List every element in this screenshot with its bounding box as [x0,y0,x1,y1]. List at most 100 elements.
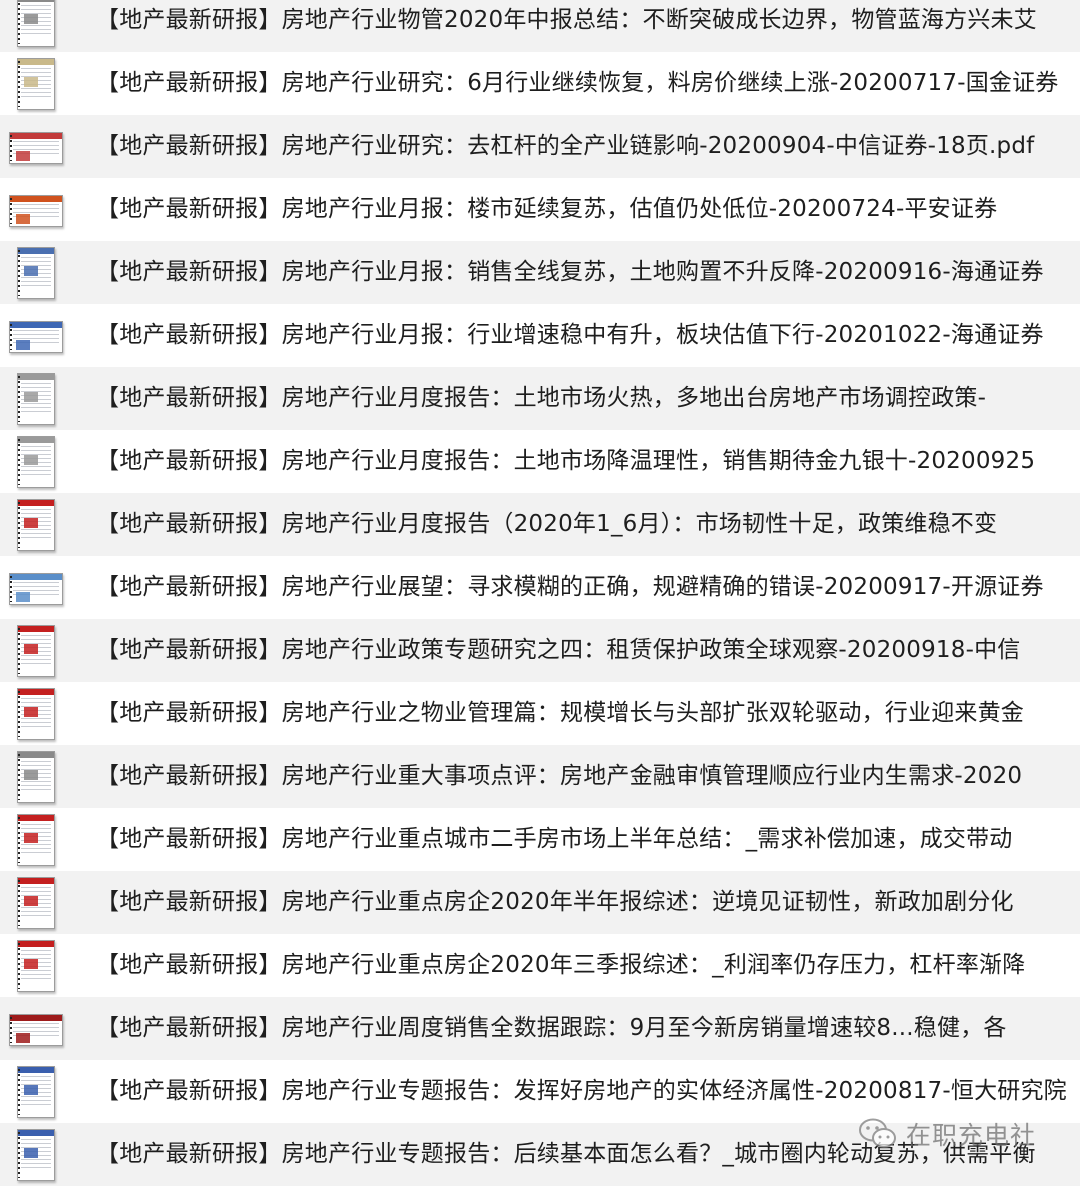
file-row[interactable]: 【地产最新研报】房地产行业研究：去杠杆的全产业链影响-20200904-中信证券… [0,115,1080,178]
file-name[interactable]: 【地产最新研报】房地产行业重点房企2020年半年报综述：逆境见证韧性，新政加剧分… [70,871,1014,934]
pdf-document-icon [17,1066,55,1118]
file-name[interactable]: 【地产最新研报】房地产行业研究：6月行业继续恢复，料房价继续上涨-2020071… [70,52,1059,115]
thumbnail-graphic [16,151,30,161]
file-name[interactable]: 【地产最新研报】房地产行业月度报告：土地市场降温理性，销售期待金九银十-2020… [70,430,1035,493]
pdf-document-icon [17,877,55,929]
thumbnail-graphic [16,592,30,602]
file-thumbnail[interactable] [0,808,70,871]
file-thumbnail[interactable] [0,241,70,304]
thumbnail-header-bar [10,322,62,328]
file-thumbnail[interactable] [0,115,70,178]
file-row[interactable]: 【地产最新研报】房地产行业研究：6月行业继续恢复，料房价继续上涨-2020071… [0,52,1080,115]
file-name[interactable]: 【地产最新研报】房地产行业重点房企2020年三季报综述：_利润率仍存压力，杠杆率… [70,934,1025,997]
file-name[interactable]: 【地产最新研报】房地产行业专题报告：后续基本面怎么看？_城市圈内轮动复苏，供需平… [70,1123,1036,1186]
file-thumbnail[interactable] [0,997,70,1060]
pdf-document-icon [17,373,55,425]
thumbnail-binding [18,691,20,737]
thumbnail-header-bar [18,374,54,380]
thumbnail-binding [10,135,12,161]
file-name[interactable]: 【地产最新研报】房地产行业重点城市二手房市场上半年总结：_需求补偿加速，成交带动 [70,808,1013,871]
thumbnail-header-bar [18,878,54,884]
file-row[interactable]: 【地产最新研报】房地产行业重点房企2020年半年报综述：逆境见证韧性，新政加剧分… [0,871,1080,934]
file-thumbnail[interactable] [0,934,70,997]
pdf-document-icon [17,0,55,47]
file-name[interactable]: 【地产最新研报】房地产行业之物业管理篇：规模增长与头部扩张双轮驱动，行业迎来黄金 [70,682,1024,745]
file-name[interactable]: 【地产最新研报】房地产行业专题报告：发挥好房地产的实体经济属性-20200817… [70,1060,1067,1123]
file-row[interactable]: 【地产最新研报】房地产行业展望：寻求模糊的正确，规避精确的错误-20200917… [0,556,1080,619]
thumbnail-header-bar [18,1130,54,1136]
thumbnail-binding [10,198,12,224]
file-name[interactable]: 【地产最新研报】房地产行业月度报告（2020年1_6月）：市场韧性十足，政策维稳… [70,493,997,556]
file-name[interactable]: 【地产最新研报】房地产行业月报：行业增速稳中有升，板块估值下行-20201022… [70,304,1044,367]
file-row[interactable]: 【地产最新研报】房地产行业专题报告：后续基本面怎么看？_城市圈内轮动复苏，供需平… [0,1123,1080,1186]
file-thumbnail[interactable] [0,745,70,808]
thumbnail-binding [18,1069,20,1115]
file-row[interactable]: 【地产最新研报】房地产行业重点房企2020年三季报综述：_利润率仍存压力，杠杆率… [0,934,1080,997]
file-name[interactable]: 【地产最新研报】房地产行业月度报告：土地市场火热，多地出台房地产市场调控政策- [70,367,986,430]
thumbnail-graphic [16,1033,30,1043]
file-thumbnail[interactable] [0,871,70,934]
file-thumbnail[interactable] [0,682,70,745]
thumbnail-binding [18,0,20,44]
thumbnail-header-bar [10,133,62,139]
file-name[interactable]: 【地产最新研报】房地产行业展望：寻求模糊的正确，规避精确的错误-20200917… [70,556,1044,619]
file-thumbnail[interactable] [0,52,70,115]
thumbnail-binding [18,61,20,107]
pdf-document-icon [9,573,63,605]
file-thumbnail[interactable] [0,493,70,556]
file-row[interactable]: 【地产最新研报】房地产行业重大事项点评：房地产金融审慎管理顺应行业内生需求-20… [0,745,1080,808]
thumbnail-graphic [24,455,38,465]
thumbnail-header-bar [18,0,54,2]
file-row[interactable]: 【地产最新研报】房地产行业物管2020年中报总结：不断突破成长边界，物管蓝海方兴… [0,0,1080,52]
file-name[interactable]: 【地产最新研报】房地产行业周度销售全数据跟踪：9月至今新房销量增速较8...稳健… [70,997,1007,1060]
file-thumbnail[interactable] [0,430,70,493]
pdf-document-icon [17,499,55,551]
file-row[interactable]: 【地产最新研报】房地产行业月报：行业增速稳中有升，板块估值下行-20201022… [0,304,1080,367]
thumbnail-header-bar [18,626,54,632]
file-name[interactable]: 【地产最新研报】房地产行业政策专题研究之四：租赁保护政策全球观察-2020091… [70,619,1020,682]
file-thumbnail[interactable] [0,178,70,241]
file-thumbnail[interactable] [0,619,70,682]
thumbnail-graphic [24,14,38,24]
file-row[interactable]: 【地产最新研报】房地产行业之物业管理篇：规模增长与头部扩张双轮驱动，行业迎来黄金 [0,682,1080,745]
thumbnail-binding [18,880,20,926]
file-row[interactable]: 【地产最新研报】房地产行业月报：楼市延续复苏，估值仍处低位-20200724-平… [0,178,1080,241]
thumbnail-binding [18,250,20,296]
file-row[interactable]: 【地产最新研报】房地产行业重点城市二手房市场上半年总结：_需求补偿加速，成交带动 [0,808,1080,871]
thumbnail-graphic [24,392,38,402]
file-name[interactable]: 【地产最新研报】房地产行业重大事项点评：房地产金融审慎管理顺应行业内生需求-20… [70,745,1022,808]
file-row[interactable]: 【地产最新研报】房地产行业月度报告：土地市场火热，多地出台房地产市场调控政策- [0,367,1080,430]
file-thumbnail[interactable] [0,1060,70,1123]
file-name[interactable]: 【地产最新研报】房地产行业月报：楼市延续复苏，估值仍处低位-20200724-平… [70,178,997,241]
thumbnail-graphic [24,644,38,654]
file-name[interactable]: 【地产最新研报】房地产行业研究：去杠杆的全产业链影响-20200904-中信证券… [70,115,1034,178]
file-name[interactable]: 【地产最新研报】房地产行业月报：销售全线复苏，土地购置不升反降-20200916… [70,241,1044,304]
file-thumbnail[interactable] [0,367,70,430]
thumbnail-binding [18,943,20,989]
file-thumbnail[interactable] [0,556,70,619]
thumbnail-header-bar [18,500,54,506]
thumbnail-binding [18,502,20,548]
file-row[interactable]: 【地产最新研报】房地产行业月度报告：土地市场降温理性，销售期待金九银十-2020… [0,430,1080,493]
thumbnail-binding [10,1017,12,1043]
pdf-document-icon [17,688,55,740]
file-thumbnail[interactable] [0,1123,70,1186]
file-thumbnail[interactable] [0,304,70,367]
file-row[interactable]: 【地产最新研报】房地产行业政策专题研究之四：租赁保护政策全球观察-2020091… [0,619,1080,682]
thumbnail-header-bar [10,1015,62,1021]
pdf-document-icon [17,1129,55,1181]
pdf-document-icon [17,58,55,110]
file-row[interactable]: 【地产最新研报】房地产行业月度报告（2020年1_6月）：市场韧性十足，政策维稳… [0,493,1080,556]
file-row[interactable]: 【地产最新研报】房地产行业专题报告：发挥好房地产的实体经济属性-20200817… [0,1060,1080,1123]
thumbnail-graphic [24,266,38,276]
file-row[interactable]: 【地产最新研报】房地产行业月报：销售全线复苏，土地购置不升反降-20200916… [0,241,1080,304]
thumbnail-graphic [24,518,38,528]
thumbnail-graphic [24,896,38,906]
pdf-document-icon [9,195,63,227]
file-name[interactable]: 【地产最新研报】房地产行业物管2020年中报总结：不断突破成长边界，物管蓝海方兴… [70,0,1037,52]
file-row[interactable]: 【地产最新研报】房地产行业周度销售全数据跟踪：9月至今新房销量增速较8...稳健… [0,997,1080,1060]
thumbnail-header-bar [18,815,54,821]
file-thumbnail[interactable] [0,0,70,52]
pdf-document-icon [9,321,63,353]
thumbnail-graphic [24,707,38,717]
